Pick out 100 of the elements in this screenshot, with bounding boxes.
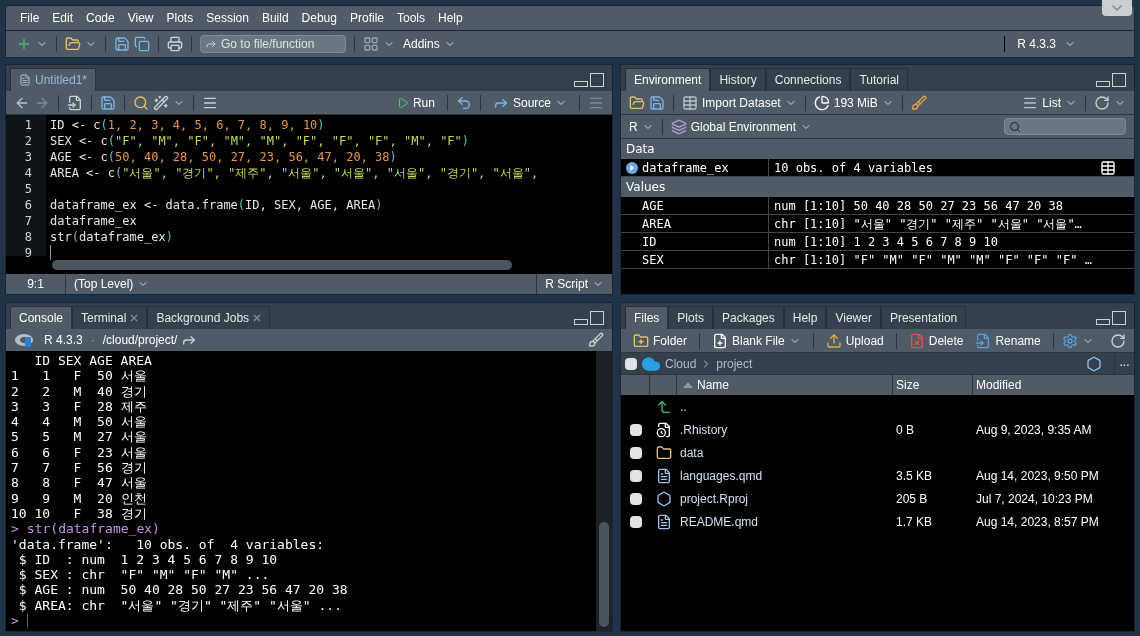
column-header[interactable]: Size xyxy=(893,375,973,395)
more-button[interactable]: ... xyxy=(1114,353,1134,374)
file-name-link[interactable]: project.Rproj xyxy=(680,491,749,506)
file-arrow-icon xyxy=(67,94,83,111)
pane-tab[interactable]: Packages xyxy=(713,306,784,329)
minimize-icon[interactable] xyxy=(574,319,588,325)
menu-item[interactable]: File xyxy=(20,9,40,27)
run-button[interactable]: Run xyxy=(392,93,439,112)
breadcrumb-link[interactable]: Cloud xyxy=(665,354,697,373)
row-checkbox[interactable] xyxy=(629,446,642,459)
row-checkbox[interactable] xyxy=(629,469,642,482)
menu-item[interactable]: Plots xyxy=(166,9,194,27)
r-version-button[interactable]: R 4.3.3 xyxy=(1017,35,1076,53)
menu-item[interactable]: Code xyxy=(86,9,115,27)
variable-value: chr [1:10] "F" "M" "F" "M" "M" "F" "F" "F" … xyxy=(773,251,1092,269)
pane-tab[interactable]: Files xyxy=(625,306,669,329)
working-directory: /cloud/project/ xyxy=(102,332,178,349)
toolbar-button[interactable]: Blank File xyxy=(708,331,805,350)
pane-tab[interactable]: Environment xyxy=(625,68,711,91)
table-icon xyxy=(682,94,698,111)
maximize-icon[interactable] xyxy=(1112,311,1126,325)
pane-tab[interactable]: Viewer xyxy=(826,306,881,329)
console-command: str(dataframe_ex) xyxy=(26,521,160,537)
menu-item[interactable]: Build xyxy=(261,9,289,27)
import-dataset-button[interactable]: Import Dataset xyxy=(682,93,797,112)
addins-button[interactable]: Addins xyxy=(403,35,456,53)
minimize-icon[interactable] xyxy=(1096,81,1110,87)
pane-tab[interactable]: Background Jobs xyxy=(147,306,271,329)
file-name-link[interactable]: data xyxy=(680,445,704,460)
menu-item[interactable]: Session xyxy=(206,9,249,27)
scope-selector[interactable]: (Top Level) xyxy=(66,274,158,294)
code-line: str(dataframe_ex) xyxy=(50,229,173,245)
pane-tab[interactable]: Tutorial xyxy=(850,68,908,91)
magic-wand-icon xyxy=(153,94,169,111)
file-name-link[interactable]: languages.qmd xyxy=(680,468,763,483)
code-line: ID <- c(1, 2, 3, 4, 5, 6, 7, 8, 9, 10) xyxy=(50,117,325,133)
open-folder-icon xyxy=(65,36,81,52)
expand-icon[interactable] xyxy=(626,161,638,174)
refresh-icon xyxy=(1094,94,1110,111)
variable-name: ID xyxy=(642,233,657,251)
variable-value: chr [1:10] "서울" "경기" "제주" "서울" "서울"… xyxy=(773,215,1082,233)
toolbar-button[interactable]: Delete xyxy=(904,331,968,350)
document-icon xyxy=(655,513,672,530)
maximize-icon[interactable] xyxy=(1112,73,1126,87)
go-to-file-input[interactable]: Go to file/function xyxy=(221,35,341,53)
file-type-selector[interactable]: R Script xyxy=(536,274,612,294)
close-tab-icon[interactable] xyxy=(130,314,139,322)
view-mode-button[interactable]: List xyxy=(1022,93,1077,112)
line-number: 6 xyxy=(23,197,32,213)
minimize-icon[interactable] xyxy=(574,81,588,87)
upload-icon xyxy=(825,332,842,349)
toolbar-button[interactable]: Upload xyxy=(821,331,888,350)
maximize-icon[interactable] xyxy=(590,311,604,325)
pane-tab[interactable]: Terminal xyxy=(72,306,148,329)
vertical-scrollbar[interactable] xyxy=(599,522,609,627)
console-output: 7 7 F 56 경기 xyxy=(11,460,147,476)
file-name-link[interactable]: .. xyxy=(680,399,687,414)
select-all-checkbox[interactable] xyxy=(625,357,637,370)
clear-console-icon xyxy=(588,332,604,348)
row-checkbox[interactable] xyxy=(629,423,642,436)
breadcrumb-link[interactable]: project xyxy=(716,354,753,373)
menu-item[interactable]: Edit xyxy=(52,9,74,27)
file-name-link[interactable]: .Rhistory xyxy=(680,422,728,437)
source-button[interactable]: Source xyxy=(488,93,571,112)
menu-item[interactable]: Help xyxy=(438,9,463,27)
environment-selector[interactable]: Global Environment xyxy=(670,117,813,136)
console-output: 5 5 M 27 서울 xyxy=(11,429,147,445)
section-header: Data xyxy=(621,139,1134,159)
search-field[interactable] xyxy=(1004,118,1126,135)
row-checkbox[interactable] xyxy=(629,515,642,528)
pane-tab[interactable]: Plots xyxy=(668,306,714,329)
search-icon xyxy=(1009,120,1021,133)
close-tab-icon[interactable] xyxy=(253,314,262,322)
pane-tab[interactable]: Help xyxy=(783,306,827,329)
memory-usage-button[interactable]: 193 MiB xyxy=(813,93,894,112)
column-header[interactable]: Name xyxy=(677,375,893,395)
minimize-icon[interactable] xyxy=(1096,319,1110,325)
menu-item[interactable]: Debug xyxy=(301,9,337,27)
toolbar-button[interactable]: Rename xyxy=(971,331,1045,350)
pane-tab[interactable]: Presentation xyxy=(880,306,967,329)
console-output: $ AGE : num 50 40 28 50 27 23 56 47 20 38 xyxy=(17,582,348,598)
toolbar-button[interactable]: Folder xyxy=(629,331,691,350)
line-number: 8 xyxy=(23,229,32,245)
menu-item[interactable]: View xyxy=(127,9,154,27)
column-header[interactable]: Modified xyxy=(973,375,1134,395)
menu-item[interactable]: Tools xyxy=(397,9,425,27)
go-to-file-field[interactable]: Go to file/function xyxy=(200,35,346,53)
line-number: 7 xyxy=(23,213,32,229)
row-checkbox[interactable] xyxy=(629,492,642,505)
menu-item[interactable]: Profile xyxy=(349,9,384,27)
language-selector[interactable]: R xyxy=(629,117,654,136)
pane-tab[interactable]: Console xyxy=(10,306,73,329)
pane-tab[interactable]: Untitled1* xyxy=(10,68,97,91)
pane-tab[interactable]: Connections xyxy=(765,68,851,91)
horizontal-scrollbar[interactable] xyxy=(52,260,512,270)
pane-tab[interactable]: History xyxy=(710,68,766,91)
path-separator: · xyxy=(90,332,95,349)
maximize-icon[interactable] xyxy=(590,73,604,87)
r-version: R 4.3.3 xyxy=(44,332,83,349)
file-name-link[interactable]: README.qmd xyxy=(680,514,759,529)
